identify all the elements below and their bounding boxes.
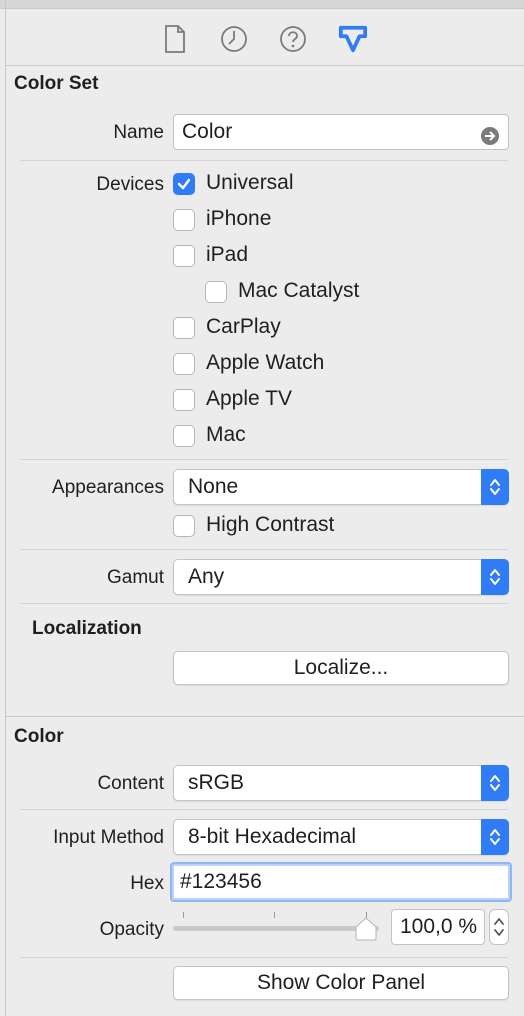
content-value: sRGB — [188, 771, 245, 794]
opacity-stepper[interactable] — [489, 909, 509, 945]
opacity-field[interactable]: 100,0 % — [391, 909, 485, 945]
section-divider — [6, 716, 524, 717]
appearances-value: None — [188, 475, 239, 498]
content-popup[interactable]: sRGB — [173, 765, 509, 801]
file-icon[interactable] — [160, 22, 190, 56]
input-method-value: 8-bit Hexadecimal — [188, 825, 357, 848]
input-method-popup[interactable]: 8-bit Hexadecimal — [173, 819, 509, 855]
hex-label: Hex — [130, 873, 164, 894]
mac-catalyst-checkbox[interactable] — [205, 281, 227, 303]
localize-button[interactable]: Localize... — [173, 651, 509, 685]
divider — [20, 809, 508, 810]
updown-chevron-icon — [481, 819, 509, 855]
appearances-popup[interactable]: None — [173, 469, 509, 505]
hex-field[interactable]: #123456 — [170, 862, 512, 902]
ipad-label: iPad — [206, 243, 249, 266]
updown-chevron-icon — [481, 765, 509, 801]
attributes-inspector-icon[interactable] — [338, 22, 368, 56]
divider — [20, 160, 508, 161]
color-set-title: Color Set — [14, 73, 99, 94]
arrow-right-circle-icon[interactable] — [480, 123, 500, 157]
carplay-checkbox[interactable] — [173, 317, 195, 339]
updown-chevron-icon — [494, 918, 504, 936]
iphone-label: iPhone — [206, 207, 272, 230]
content-label: Content — [97, 773, 164, 794]
apple-tv-checkbox[interactable] — [173, 389, 195, 411]
updown-chevron-icon — [481, 559, 509, 595]
universal-label: Universal — [206, 171, 294, 194]
slider-track — [173, 926, 379, 931]
high-contrast-checkbox[interactable] — [173, 515, 195, 537]
clock-icon[interactable] — [219, 22, 249, 56]
apple-watch-label: Apple Watch — [206, 351, 325, 374]
window-top-edge — [0, 0, 524, 9]
high-contrast-label: High Contrast — [206, 513, 335, 536]
question-icon[interactable] — [278, 22, 308, 56]
updown-chevron-icon — [481, 469, 509, 505]
carplay-label: CarPlay — [206, 315, 281, 338]
opacity-slider[interactable] — [173, 905, 383, 945]
input-method-label: Input Method — [53, 827, 164, 848]
opacity-label: Opacity — [99, 919, 164, 940]
divider — [20, 957, 508, 958]
apple-tv-label: Apple TV — [206, 387, 292, 410]
inspector-tab-bar — [6, 9, 524, 66]
gamut-popup[interactable]: Any — [173, 559, 509, 595]
name-label: Name — [113, 122, 164, 143]
divider — [20, 459, 508, 460]
appearances-label: Appearances — [52, 477, 164, 498]
gamut-label: Gamut — [106, 567, 164, 588]
color-title: Color — [14, 726, 64, 747]
devices-label: Devices — [96, 174, 164, 195]
divider — [20, 603, 508, 604]
name-field[interactable]: Color — [173, 114, 509, 150]
opacity-value: 100,0 % — [400, 915, 478, 938]
localization-title: Localization — [32, 618, 142, 639]
universal-checkbox[interactable] — [173, 173, 195, 195]
panel-divider — [5, 0, 6, 1016]
mac-label: Mac — [206, 423, 246, 446]
slider-tick — [274, 912, 275, 918]
name-value: Color — [182, 120, 233, 143]
slider-thumb[interactable] — [355, 917, 377, 941]
checkmark-icon — [177, 178, 191, 190]
iphone-checkbox[interactable] — [173, 209, 195, 231]
ipad-checkbox[interactable] — [173, 245, 195, 267]
mac-catalyst-label: Mac Catalyst — [238, 279, 360, 302]
show-color-panel-button[interactable]: Show Color Panel — [173, 966, 509, 1000]
divider — [20, 549, 508, 550]
mac-checkbox[interactable] — [173, 425, 195, 447]
apple-watch-checkbox[interactable] — [173, 353, 195, 375]
gamut-value: Any — [188, 565, 225, 588]
hex-value: #123456 — [180, 870, 262, 893]
slider-tick — [183, 912, 184, 918]
